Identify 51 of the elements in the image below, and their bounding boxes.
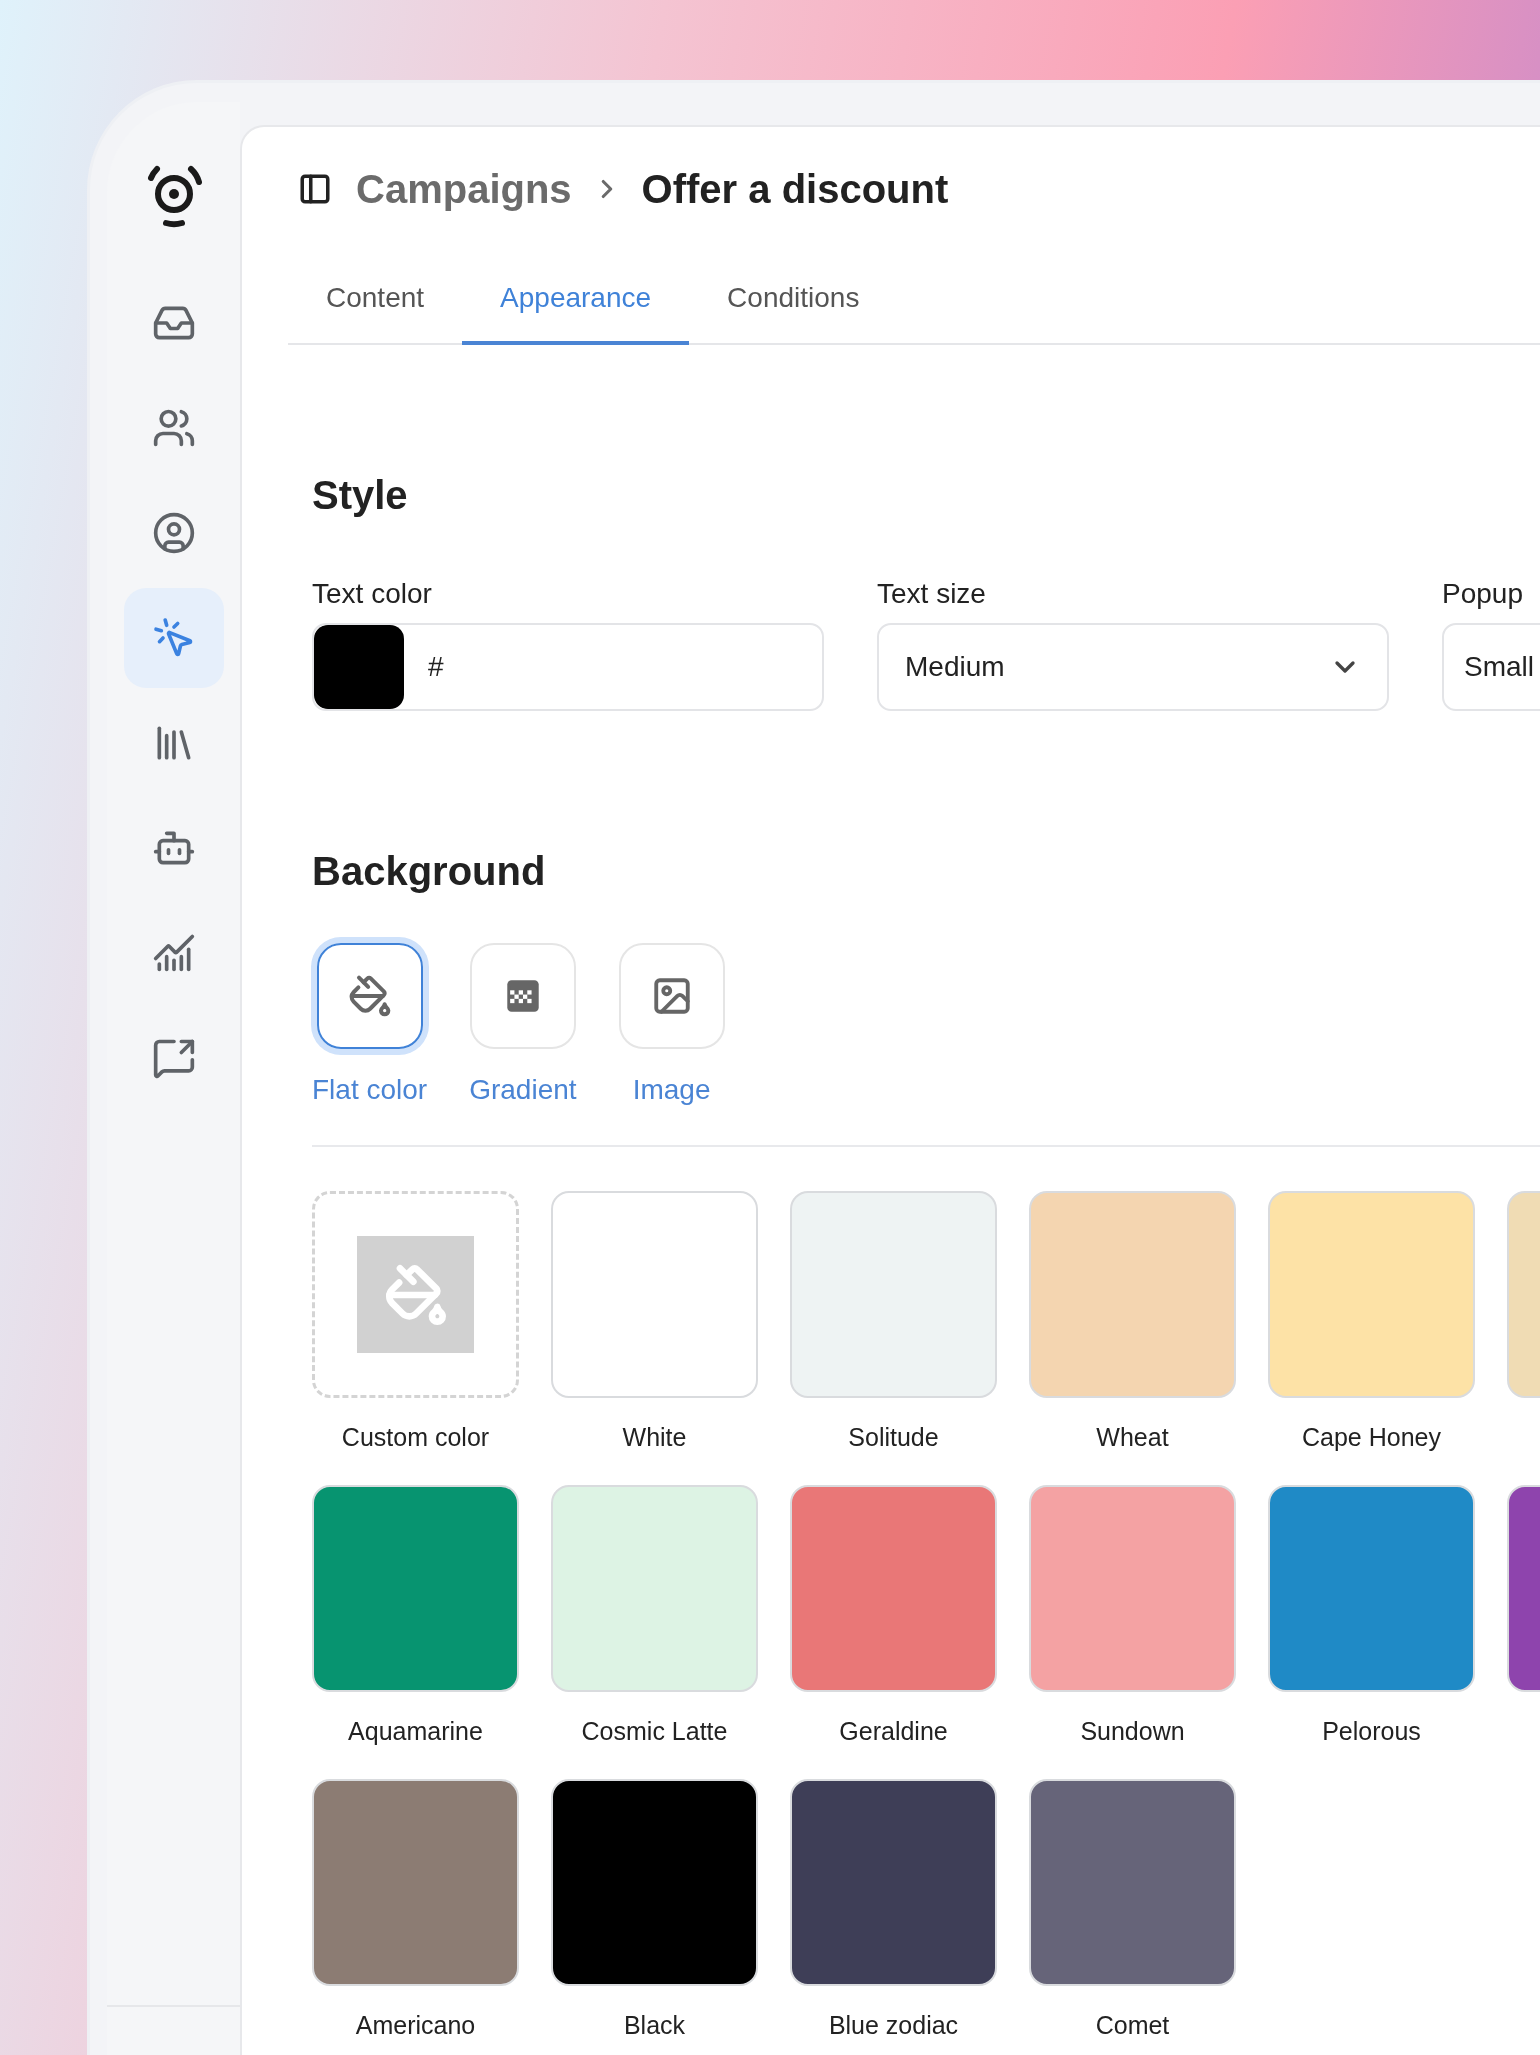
section-heading: Background: [312, 849, 547, 893]
color-swatch[interactable]: [551, 1191, 758, 1398]
color-swatch[interactable]: [790, 1191, 997, 1398]
input-value: #: [428, 650, 444, 684]
color-swatch[interactable]: [551, 1779, 758, 1986]
field-label: Text color: [312, 577, 433, 611]
section-heading: Style: [312, 473, 409, 517]
swatch-label: Blue zodiac: [828, 2010, 959, 2040]
background-type-label[interactable]: Flat color: [312, 1069, 428, 1111]
swatch-label: Americano: [355, 2010, 476, 2040]
swatch-label: Solitude: [848, 1422, 939, 1452]
field-label: Popup: [1442, 577, 1524, 611]
swatch-label: Black: [623, 2010, 686, 2040]
swatch-label: Pelorous: [1322, 1716, 1421, 1746]
swatch-label: Aquamarine: [348, 1716, 483, 1746]
color-swatch[interactable]: [790, 1779, 997, 1986]
color-input[interactable]: #: [312, 623, 824, 711]
swatch-label: Comet: [1095, 2010, 1170, 2040]
paint-bucket-icon: [383, 1262, 448, 1327]
color-swatch[interactable]: [1268, 1485, 1475, 1692]
tab[interactable]: Conditions: [689, 255, 898, 345]
swatch-label: Cape Honey: [1302, 1422, 1441, 1452]
sidebar-item[interactable]: [123, 588, 224, 688]
field-label: Text size: [877, 577, 987, 611]
color-swatch[interactable]: [551, 1485, 758, 1692]
color-swatch[interactable]: [314, 625, 404, 709]
breadcrumb-link[interactable]: Campaigns: [356, 159, 572, 219]
tab[interactable]: Appearance: [462, 255, 690, 345]
color-swatch[interactable]: [1268, 1191, 1475, 1398]
swatch-label: Cosmic Latte: [581, 1716, 728, 1746]
custom-color-swatch[interactable]: [312, 1191, 519, 1398]
swatch-label: Wheat: [1096, 1422, 1169, 1452]
color-swatch[interactable]: [1029, 1779, 1236, 1986]
select-field[interactable]: Small: [1442, 623, 1540, 711]
swatch-label: Custom color: [341, 1422, 490, 1452]
background-type-label[interactable]: Image: [632, 1069, 711, 1111]
paint-bucket-icon: [347, 974, 392, 1018]
sidebar-toggle-icon[interactable]: [298, 172, 332, 206]
swatch-label: White: [622, 1422, 687, 1452]
color-swatch[interactable]: [1029, 1485, 1236, 1692]
color-swatch[interactable]: [312, 1779, 519, 1986]
user-circle-icon: [151, 511, 196, 555]
background-type-label[interactable]: Gradient: [469, 1069, 577, 1111]
color-swatch[interactable]: [1029, 1191, 1236, 1398]
swatch-label: Sundown: [1080, 1716, 1185, 1746]
color-swatch[interactable]: [790, 1485, 997, 1692]
swatch-label: Geraldine: [839, 1716, 948, 1746]
page-title: Offer a discount: [641, 166, 949, 213]
select-field[interactable]: Medium: [877, 623, 1389, 711]
color-swatch[interactable]: [312, 1485, 519, 1692]
tab[interactable]: Content: [288, 255, 463, 345]
